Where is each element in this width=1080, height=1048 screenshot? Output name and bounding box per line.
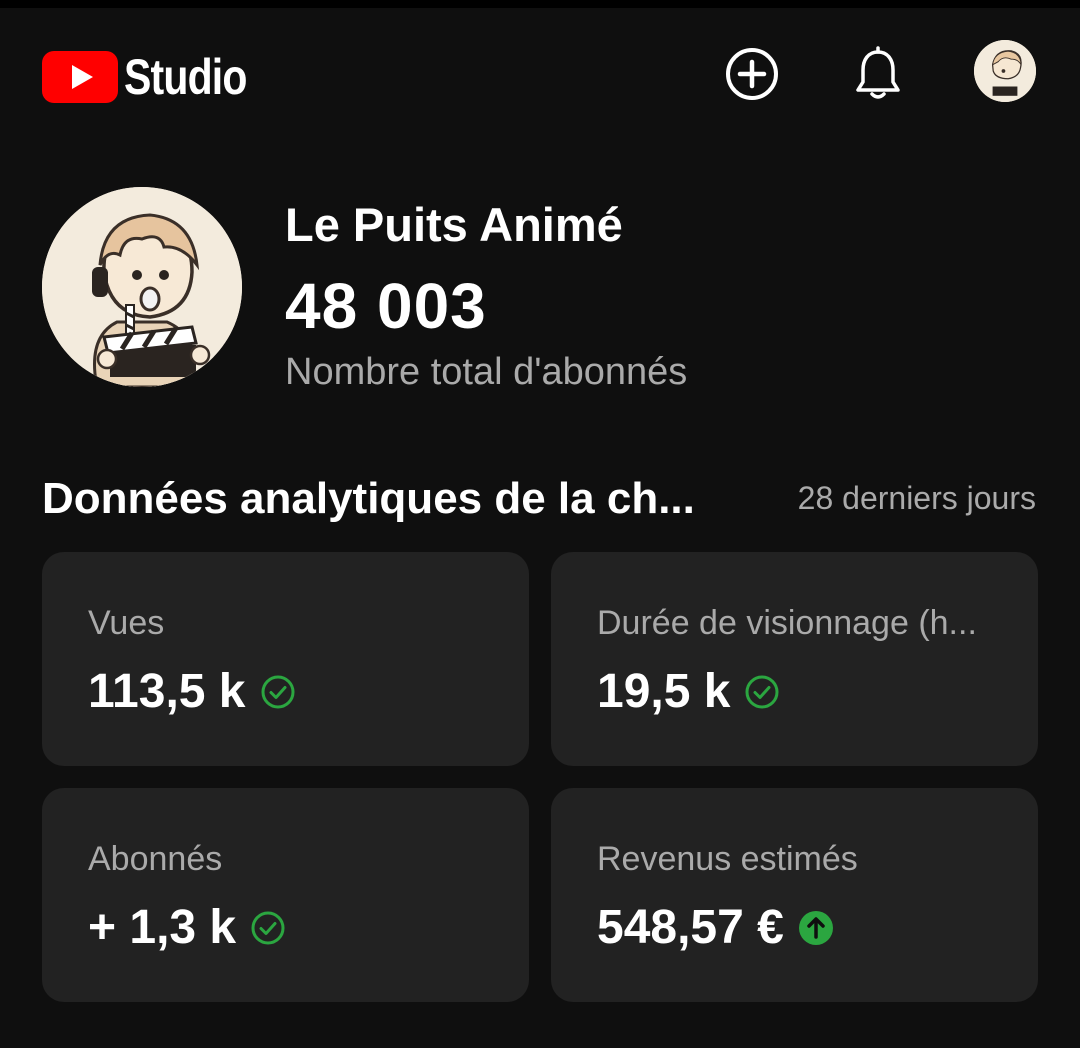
metric-value: + 1,3 k — [88, 901, 237, 954]
metric-card-subscribers[interactable]: Abonnés + 1,3 k — [42, 788, 529, 1002]
app-header: Studio — [0, 30, 1080, 120]
notifications-button[interactable] — [848, 44, 908, 104]
channel-avatar[interactable] — [42, 187, 242, 387]
metric-value-row: 19,5 k — [597, 664, 780, 719]
metric-value: 113,5 k — [88, 665, 246, 718]
account-avatar[interactable] — [974, 40, 1036, 102]
create-plus-icon — [726, 48, 778, 100]
check-circle-icon — [260, 674, 296, 710]
studio-logo[interactable]: Studio — [42, 48, 274, 106]
metric-label: Abonnés — [88, 840, 223, 878]
metric-label: Revenus estimés — [597, 840, 858, 878]
metric-value: 548,57 € — [597, 901, 784, 954]
app-title: Studio — [124, 49, 247, 105]
youtube-logo-icon — [42, 51, 118, 103]
check-circle-icon — [250, 910, 286, 946]
metric-card-revenue[interactable]: Revenus estimés 548,57 € — [551, 788, 1038, 1002]
metric-value: 19,5 k — [597, 665, 731, 718]
account-avatar-illustration — [974, 40, 1036, 102]
channel-summary: Le Puits Animé 48 003 Nombre total d'abo… — [0, 185, 1080, 405]
check-circle-icon — [744, 674, 780, 710]
metric-card-watch-time[interactable]: Durée de visionnage (h... 19,5 k — [551, 552, 1038, 766]
metric-value-row: 113,5 k — [88, 664, 296, 719]
analytics-title[interactable]: Données analytiques de la ch... — [42, 474, 762, 524]
channel-avatar-illustration — [42, 187, 242, 387]
metric-card-views[interactable]: Vues 113,5 k — [42, 552, 529, 766]
metric-value-row: + 1,3 k — [88, 900, 286, 955]
analytics-period: 28 derniers jours — [797, 480, 1036, 516]
bell-icon — [856, 46, 900, 99]
metric-label: Vues — [88, 604, 165, 642]
channel-name: Le Puits Animé — [285, 198, 623, 251]
subscriber-count: 48 003 — [285, 270, 487, 342]
studio-home-screen: Studio Le Puits Animé 48 003 Nombre tota… — [0, 0, 1080, 1048]
subscriber-label: Nombre total d'abonnés — [285, 351, 688, 393]
create-button[interactable] — [722, 44, 782, 104]
arrow-up-circle-icon — [798, 910, 834, 946]
metric-label: Durée de visionnage (h... — [597, 604, 977, 642]
status-bar-strip — [0, 0, 1080, 8]
metric-value-row: 548,57 € — [597, 900, 834, 955]
